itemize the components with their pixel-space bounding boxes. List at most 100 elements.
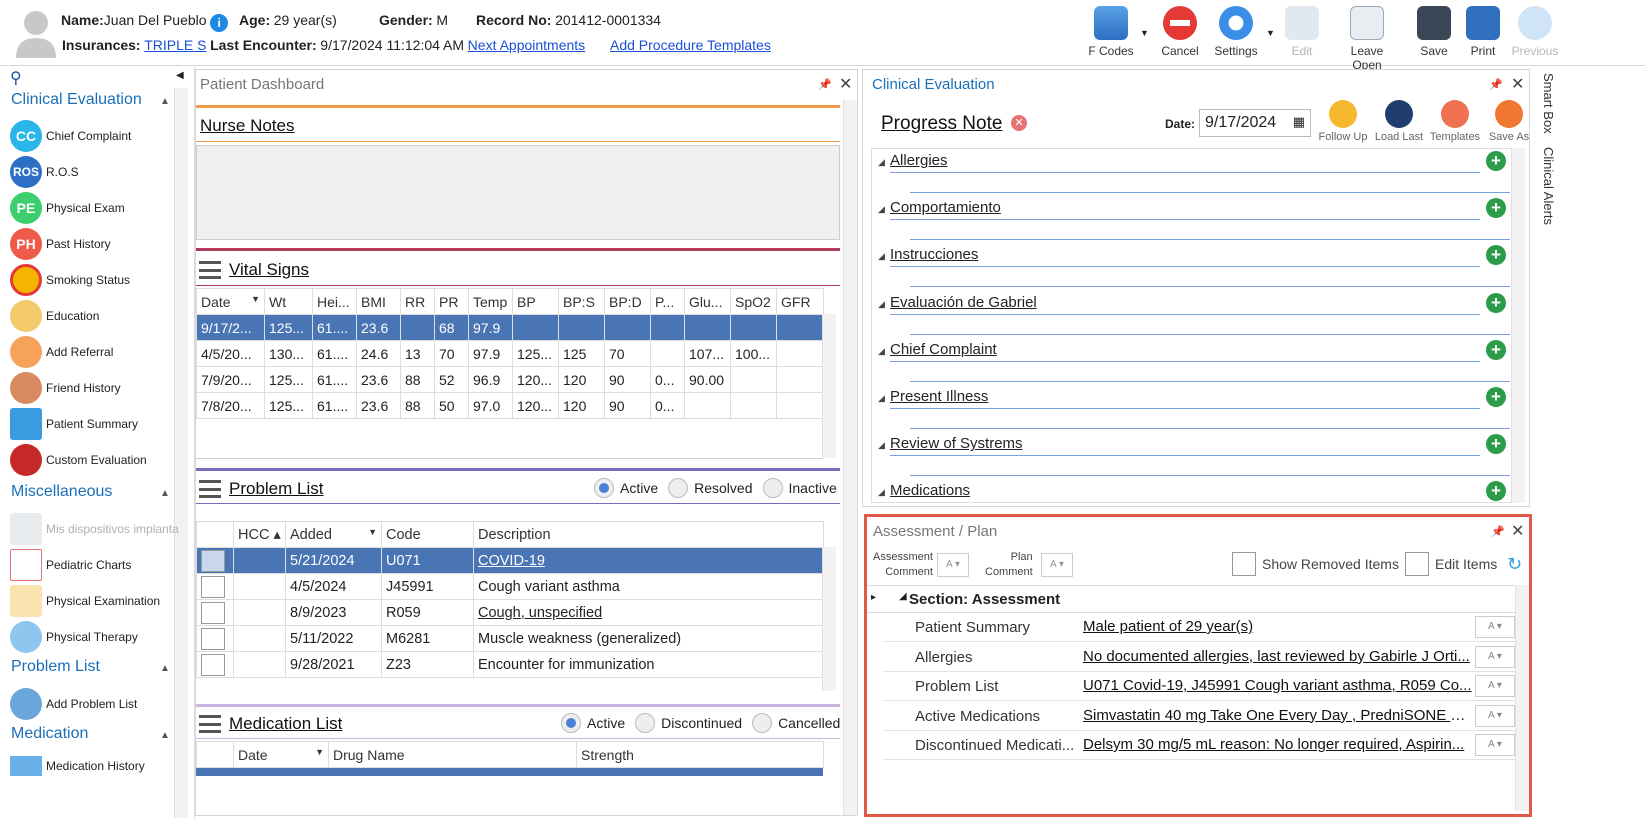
date-field[interactable]: 9/17/2024 ▦	[1199, 109, 1311, 137]
collapse-icon[interactable]: ◢	[899, 591, 907, 602]
table-row[interactable]: 5/21/2024 U071 COVID-19	[196, 547, 824, 574]
calendar-icon[interactable]: ▦	[1293, 114, 1305, 130]
sidebar-item-add-referral[interactable]: Add Referral	[10, 335, 190, 369]
collapse-icon[interactable]: ◢	[878, 346, 885, 357]
collapse-icon[interactable]: ◢	[878, 251, 885, 262]
col-code[interactable]: Code	[381, 521, 474, 548]
note-section[interactable]: Review of Systrems	[890, 435, 1512, 452]
load-last-button[interactable]: Load Last	[1373, 100, 1425, 143]
insurance-link[interactable]: TRIPLE S	[144, 37, 206, 53]
note-section[interactable]: Allergies	[890, 152, 1512, 169]
radio-cancelled[interactable]: Cancelled	[752, 713, 840, 733]
cancel-button[interactable]: Cancel	[1151, 4, 1209, 62]
chevron-up-icon[interactable]: ▲	[160, 96, 170, 107]
col-hcc[interactable]: HCC ▴	[233, 521, 286, 548]
chevron-up-icon[interactable]: ▲	[160, 488, 170, 499]
row-value[interactable]: U071 Covid-19, J45991 Cough variant asth…	[1083, 677, 1473, 694]
col-description[interactable]: Description	[473, 521, 824, 548]
collapse-icon[interactable]: ◢	[878, 157, 885, 168]
pin-icon[interactable]: 📌	[818, 78, 832, 91]
col-bmi[interactable]: BMI	[356, 288, 401, 315]
section-clinical-evaluation[interactable]: Clinical Evaluation	[11, 91, 142, 109]
sidebar-item-past-history[interactable]: PH Past History	[10, 227, 190, 261]
clinical-alerts-tab[interactable]: Clinical Alerts	[1541, 147, 1556, 225]
edit-button[interactable]: Edit	[1273, 4, 1331, 62]
sidebar-item-medication-history[interactable]: Medication History	[10, 756, 190, 776]
add-icon[interactable]: +	[1486, 387, 1506, 407]
note-section[interactable]: Comportamiento	[890, 199, 1512, 216]
vitals-scrollbar[interactable]	[822, 314, 836, 458]
col-bp[interactable]: BP	[512, 288, 559, 315]
collapse-icon[interactable]: ◢	[878, 204, 885, 215]
search-icon[interactable]: ⚲	[10, 68, 22, 88]
edit-items-checkbox[interactable]: Edit Items	[1405, 552, 1497, 576]
table-row[interactable]: 4/5/2024 J45991 Cough variant asthma	[196, 573, 824, 600]
print-button[interactable]: Print	[1454, 4, 1512, 62]
table-row[interactable]: 9/28/2021 Z23 Encounter for immunization	[196, 651, 824, 678]
note-section[interactable]: Instrucciones	[890, 246, 1512, 263]
row-value[interactable]: No documented allergies, last reviewed b…	[1083, 648, 1473, 665]
add-icon[interactable]: +	[1486, 292, 1506, 313]
note-section[interactable]: Medications	[890, 482, 1512, 499]
comment-dropdown[interactable]: A ▾	[1475, 734, 1515, 756]
row-checkbox[interactable]	[201, 601, 225, 624]
sidebar-item-implanted-devices[interactable]: Mis dispositivos implanta	[10, 512, 190, 546]
close-icon[interactable]: ✕	[1511, 74, 1524, 94]
col-drug-name[interactable]: Drug Name	[328, 741, 577, 768]
row-value[interactable]: Delsym 30 mg/5 mL reason: No longer requ…	[1083, 736, 1473, 753]
close-icon[interactable]: ✕	[1511, 521, 1524, 541]
col-p-[interactable]: P...	[650, 288, 685, 315]
previous-button[interactable]: Previous	[1506, 4, 1564, 62]
radio-active[interactable]: Active	[561, 713, 625, 733]
radio-inactive[interactable]: Inactive	[762, 478, 837, 498]
note-section[interactable]: Chief Complaint	[890, 341, 1512, 358]
collapse-icon[interactable]: ◢	[878, 487, 885, 498]
settings-button[interactable]: Settings	[1207, 4, 1265, 62]
row-checkbox[interactable]	[201, 653, 225, 676]
sidebar-item-chief-complaint[interactable]: CC Chief Complaint	[10, 119, 190, 153]
assessment-row[interactable]: Active Medications Simvastatin 40 mg Take…	[883, 702, 1515, 731]
problem-list-table[interactable]: HCC ▴ Added ▼ Code Description 5/21/2024 U07…	[196, 521, 824, 678]
close-icon[interactable]: ✕	[839, 74, 852, 94]
col-bp-s[interactable]: BP:S	[558, 288, 605, 315]
chevron-up-icon[interactable]: ▲	[160, 663, 170, 674]
col-temp[interactable]: Temp	[468, 288, 513, 315]
medication-list-table[interactable]: Date ▼ Drug Name Strength	[196, 741, 824, 768]
comment-dropdown[interactable]: A ▾	[1475, 675, 1515, 697]
fcodes-button[interactable]: F Codes	[1082, 4, 1140, 62]
sidebar-item-physical-therapy[interactable]: Physical Therapy	[10, 620, 190, 654]
sidebar-item-physical-examination[interactable]: Physical Examination	[10, 584, 190, 618]
table-row[interactable]: 5/11/2022 M6281 Muscle weakness (generaliz…	[196, 625, 824, 652]
table-row[interactable]: 7/9/20... 125... 61.... 23.6 88 52 96.9 120... 1…	[196, 366, 824, 393]
section-miscellaneous[interactable]: Miscellaneous	[11, 483, 112, 501]
sidebar-item-pediatric-charts[interactable]: Pediatric Charts	[10, 548, 190, 582]
comment-dropdown[interactable]: A ▾	[1475, 704, 1515, 727]
row-checkbox[interactable]	[201, 575, 225, 598]
note-scrollbar[interactable]	[1511, 148, 1525, 503]
add-procedure-templates-link[interactable]: Add Procedure Templates	[610, 37, 771, 53]
save-as-button[interactable]: Save As	[1483, 100, 1535, 143]
col-pr[interactable]: PR	[434, 288, 469, 315]
pin-icon[interactable]: 📌	[1491, 525, 1505, 538]
col-wt[interactable]: Wt	[264, 288, 313, 315]
col-added[interactable]: Added ▼	[285, 521, 382, 548]
radio-active[interactable]: Active	[594, 478, 658, 498]
table-row[interactable]: 7/8/20... 125... 61.... 23.6 88 50 97.0 120... 1…	[196, 392, 824, 419]
collapse-icon[interactable]: ◢	[878, 440, 885, 451]
col-rr[interactable]: RR	[400, 288, 435, 315]
refresh-icon[interactable]: ↻	[1507, 554, 1522, 575]
remove-note-icon[interactable]: ✕	[1011, 115, 1027, 131]
leave-open-button[interactable]: Leave Open	[1338, 4, 1396, 72]
row-value[interactable]: Male patient of 29 year(s)	[1083, 618, 1473, 635]
section-problem-list[interactable]: Problem List	[11, 658, 100, 676]
expand-icon[interactable]: ▸	[871, 592, 876, 603]
assessment-row[interactable]: Patient Summary Male patient of 29 year(s…	[883, 613, 1515, 642]
nurse-notes-textarea[interactable]	[196, 145, 840, 240]
collapse-icon[interactable]: ◢	[878, 299, 885, 310]
comment-dropdown[interactable]: A ▾	[1475, 645, 1515, 668]
table-row[interactable]: 8/9/2023 R059 Cough, unspecified	[196, 599, 824, 626]
table-row[interactable]: 9/17/2... 125... 61.... 23.6 68 97.9	[196, 314, 824, 341]
menu-icon[interactable]	[199, 261, 221, 279]
add-icon[interactable]: +	[1486, 339, 1506, 360]
sidebar-item-add-problem-list[interactable]: Add Problem List	[10, 687, 190, 721]
